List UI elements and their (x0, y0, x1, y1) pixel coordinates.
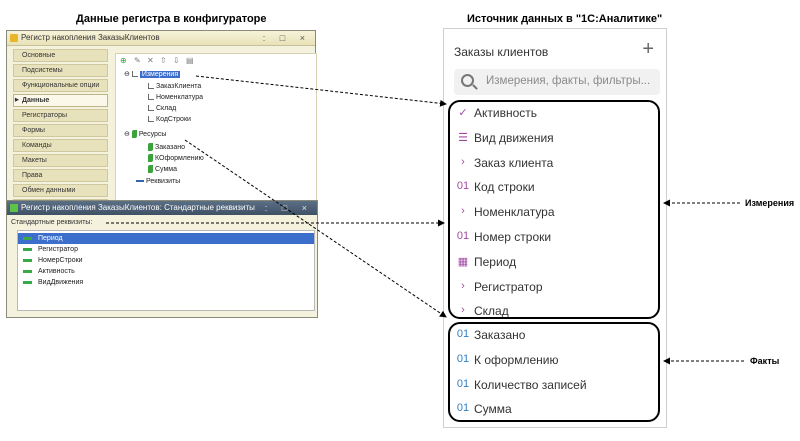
arrow-dimensions (195, 75, 447, 107)
connector-arrows (106, 75, 744, 365)
arrow-resources (184, 139, 447, 318)
